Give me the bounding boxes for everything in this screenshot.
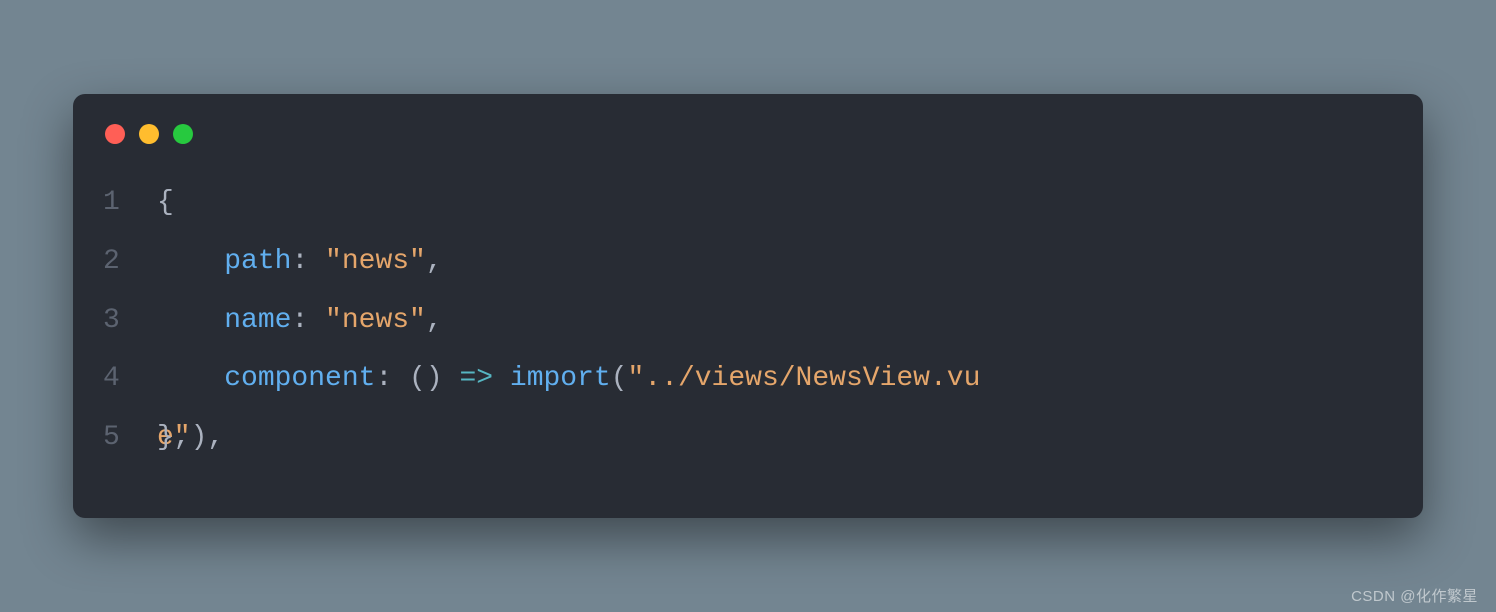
code-line: 1{ bbox=[103, 174, 1393, 233]
token: : bbox=[291, 246, 325, 277]
line-content: path: "news", bbox=[157, 233, 1393, 292]
token: import bbox=[510, 363, 611, 394]
code-window: 1{2 path: "news",3 name: "news",4 compon… bbox=[73, 94, 1423, 518]
code-line: 5e"),}, bbox=[103, 409, 1393, 468]
code-line: 4 component: () => import("../views/News… bbox=[103, 350, 1393, 409]
token bbox=[157, 305, 224, 336]
window-titlebar bbox=[103, 118, 1393, 174]
watermark-text: CSDN @化作繁星 bbox=[1351, 585, 1478, 606]
token: => bbox=[459, 363, 493, 394]
line-number: 1 bbox=[103, 174, 157, 233]
token: { bbox=[157, 187, 174, 218]
token bbox=[157, 246, 224, 277]
token: "news" bbox=[325, 246, 426, 277]
line-content: component: () => import("../views/NewsVi… bbox=[157, 350, 1393, 409]
token bbox=[493, 363, 510, 394]
line-content: { bbox=[157, 174, 1393, 233]
minimize-icon[interactable] bbox=[139, 124, 159, 144]
overlay-brace: }, bbox=[157, 409, 191, 468]
token: ( bbox=[611, 363, 628, 394]
line-number: 5 bbox=[103, 409, 157, 468]
token: : bbox=[291, 305, 325, 336]
line-content: e"),}, bbox=[157, 409, 1393, 468]
line-number: 3 bbox=[103, 292, 157, 351]
code-block: 1{2 path: "news",3 name: "news",4 compon… bbox=[103, 174, 1393, 468]
close-icon[interactable] bbox=[105, 124, 125, 144]
token: , bbox=[426, 305, 443, 336]
token: path bbox=[224, 246, 291, 277]
line-number: 2 bbox=[103, 233, 157, 292]
token: , bbox=[426, 246, 443, 277]
line-content: name: "news", bbox=[157, 292, 1393, 351]
token: "news" bbox=[325, 305, 426, 336]
line-number: 4 bbox=[103, 350, 157, 409]
zoom-icon[interactable] bbox=[173, 124, 193, 144]
token: : () bbox=[375, 363, 459, 394]
token: "../views/NewsView.vu bbox=[628, 363, 981, 394]
code-line: 3 name: "news", bbox=[103, 292, 1393, 351]
token: component bbox=[224, 363, 375, 394]
token bbox=[157, 363, 224, 394]
token: ), bbox=[191, 422, 225, 453]
code-line: 2 path: "news", bbox=[103, 233, 1393, 292]
token: name bbox=[224, 305, 291, 336]
